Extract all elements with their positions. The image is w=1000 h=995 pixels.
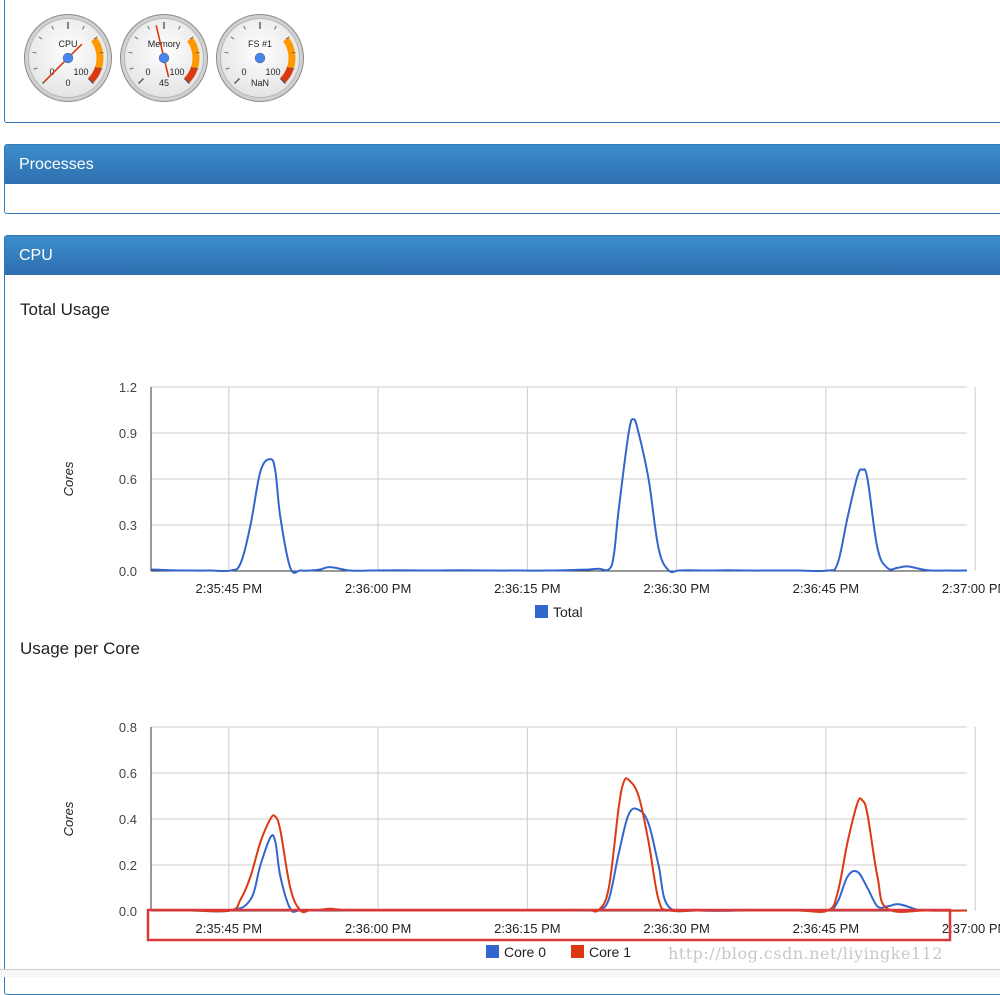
y-tick-label: 0.0 <box>119 564 137 579</box>
gauge-max-label: 100 <box>265 67 280 77</box>
x-tick-label: 2:37:00 PM <box>942 581 1000 596</box>
gauge-min-label: 0 <box>241 67 246 77</box>
gauge-value-label: 45 <box>159 78 169 88</box>
y-tick-label: 0.8 <box>119 720 137 735</box>
usage-per-core-title: Usage per Core <box>20 639 141 658</box>
x-tick-label: 2:36:15 PM <box>494 581 561 596</box>
cpu-panel-heading[interactable]: CPU <box>5 236 1000 275</box>
y-tick-label: 0.3 <box>119 518 137 533</box>
x-tick-label: 2:36:30 PM <box>643 581 710 596</box>
gauge-label: FS #1 <box>248 39 272 49</box>
y-axis-label: Cores <box>61 801 76 836</box>
watermark: http://blog.csdn.net/liyingke112 <box>668 944 943 963</box>
usage-per-core-chart: 0.0 0.2 0.4 0.6 0.8 2:35:45 PM 2:36:00 PM 2:36:… <box>61 720 1000 960</box>
x-tick-label: 2:36:45 PM <box>793 581 860 596</box>
series-line-core-1 <box>150 777 968 914</box>
total-usage-title: Total Usage <box>20 300 110 319</box>
legend-swatch[interactable] <box>535 605 548 618</box>
y-tick-label: 0.6 <box>119 766 137 781</box>
gauge-hub <box>62 52 74 64</box>
legend-swatch[interactable] <box>486 945 499 958</box>
cpu-gauge: CPU0 1000 <box>24 14 112 102</box>
gauge-value-label: 0 <box>65 78 70 88</box>
legend-label[interactable]: Core 0 <box>504 944 546 960</box>
y-tick-label: 0.4 <box>119 812 137 827</box>
cpu-panel-title: CPU <box>19 247 53 264</box>
x-tick-label: 2:36:45 PM <box>793 921 860 936</box>
gauge-label: Memory <box>148 39 181 49</box>
gauge-max-label: 100 <box>169 67 184 77</box>
y-tick-label: 0.9 <box>119 426 137 441</box>
gauge-value-label: NaN <box>251 78 269 88</box>
x-tick-label: 2:36:30 PM <box>643 921 710 936</box>
x-tick-label: 2:35:45 PM <box>196 581 263 596</box>
y-tick-label: 1.2 <box>119 380 137 395</box>
y-tick-label: 0.2 <box>119 858 137 873</box>
processes-panel-heading[interactable]: Processes <box>5 145 1000 184</box>
legend-swatch[interactable] <box>571 945 584 958</box>
total-usage-chart: 0.0 0.3 0.6 0.9 1.2 2:35:45 PM 2:36:00 PM 2:36:… <box>61 380 1000 620</box>
legend-label[interactable]: Core 1 <box>589 944 631 960</box>
x-tick-label: 2:36:15 PM <box>494 921 561 936</box>
y-tick-label: 0.6 <box>119 472 137 487</box>
gauge-max-label: 100 <box>73 67 88 77</box>
gauge-min-label: 0 <box>145 67 150 77</box>
y-tick-label: 0.0 <box>119 904 137 919</box>
x-tick-label: 2:35:45 PM <box>196 921 263 936</box>
gauge-hub <box>158 52 170 64</box>
fs-gauge: FS #1 0 100NaN <box>216 14 304 102</box>
x-tick-label: 2:36:00 PM <box>345 921 412 936</box>
gauges-panel: CPU 0 100 0 Memory 0 100 45 FS #1 0 100 NaN <box>4 0 1000 123</box>
gauge-label: CPU <box>58 39 77 49</box>
gauge-hub <box>254 52 266 64</box>
series-line-total <box>150 418 968 574</box>
processes-panel-title: Processes <box>19 156 94 173</box>
y-axis-label: Cores <box>61 461 76 496</box>
legend-label[interactable]: Total <box>553 604 583 620</box>
memory-gauge: Memory 0 10045 <box>120 14 208 102</box>
processes-panel: Processes <box>4 144 1000 214</box>
x-tick-label: 2:36:00 PM <box>345 581 412 596</box>
